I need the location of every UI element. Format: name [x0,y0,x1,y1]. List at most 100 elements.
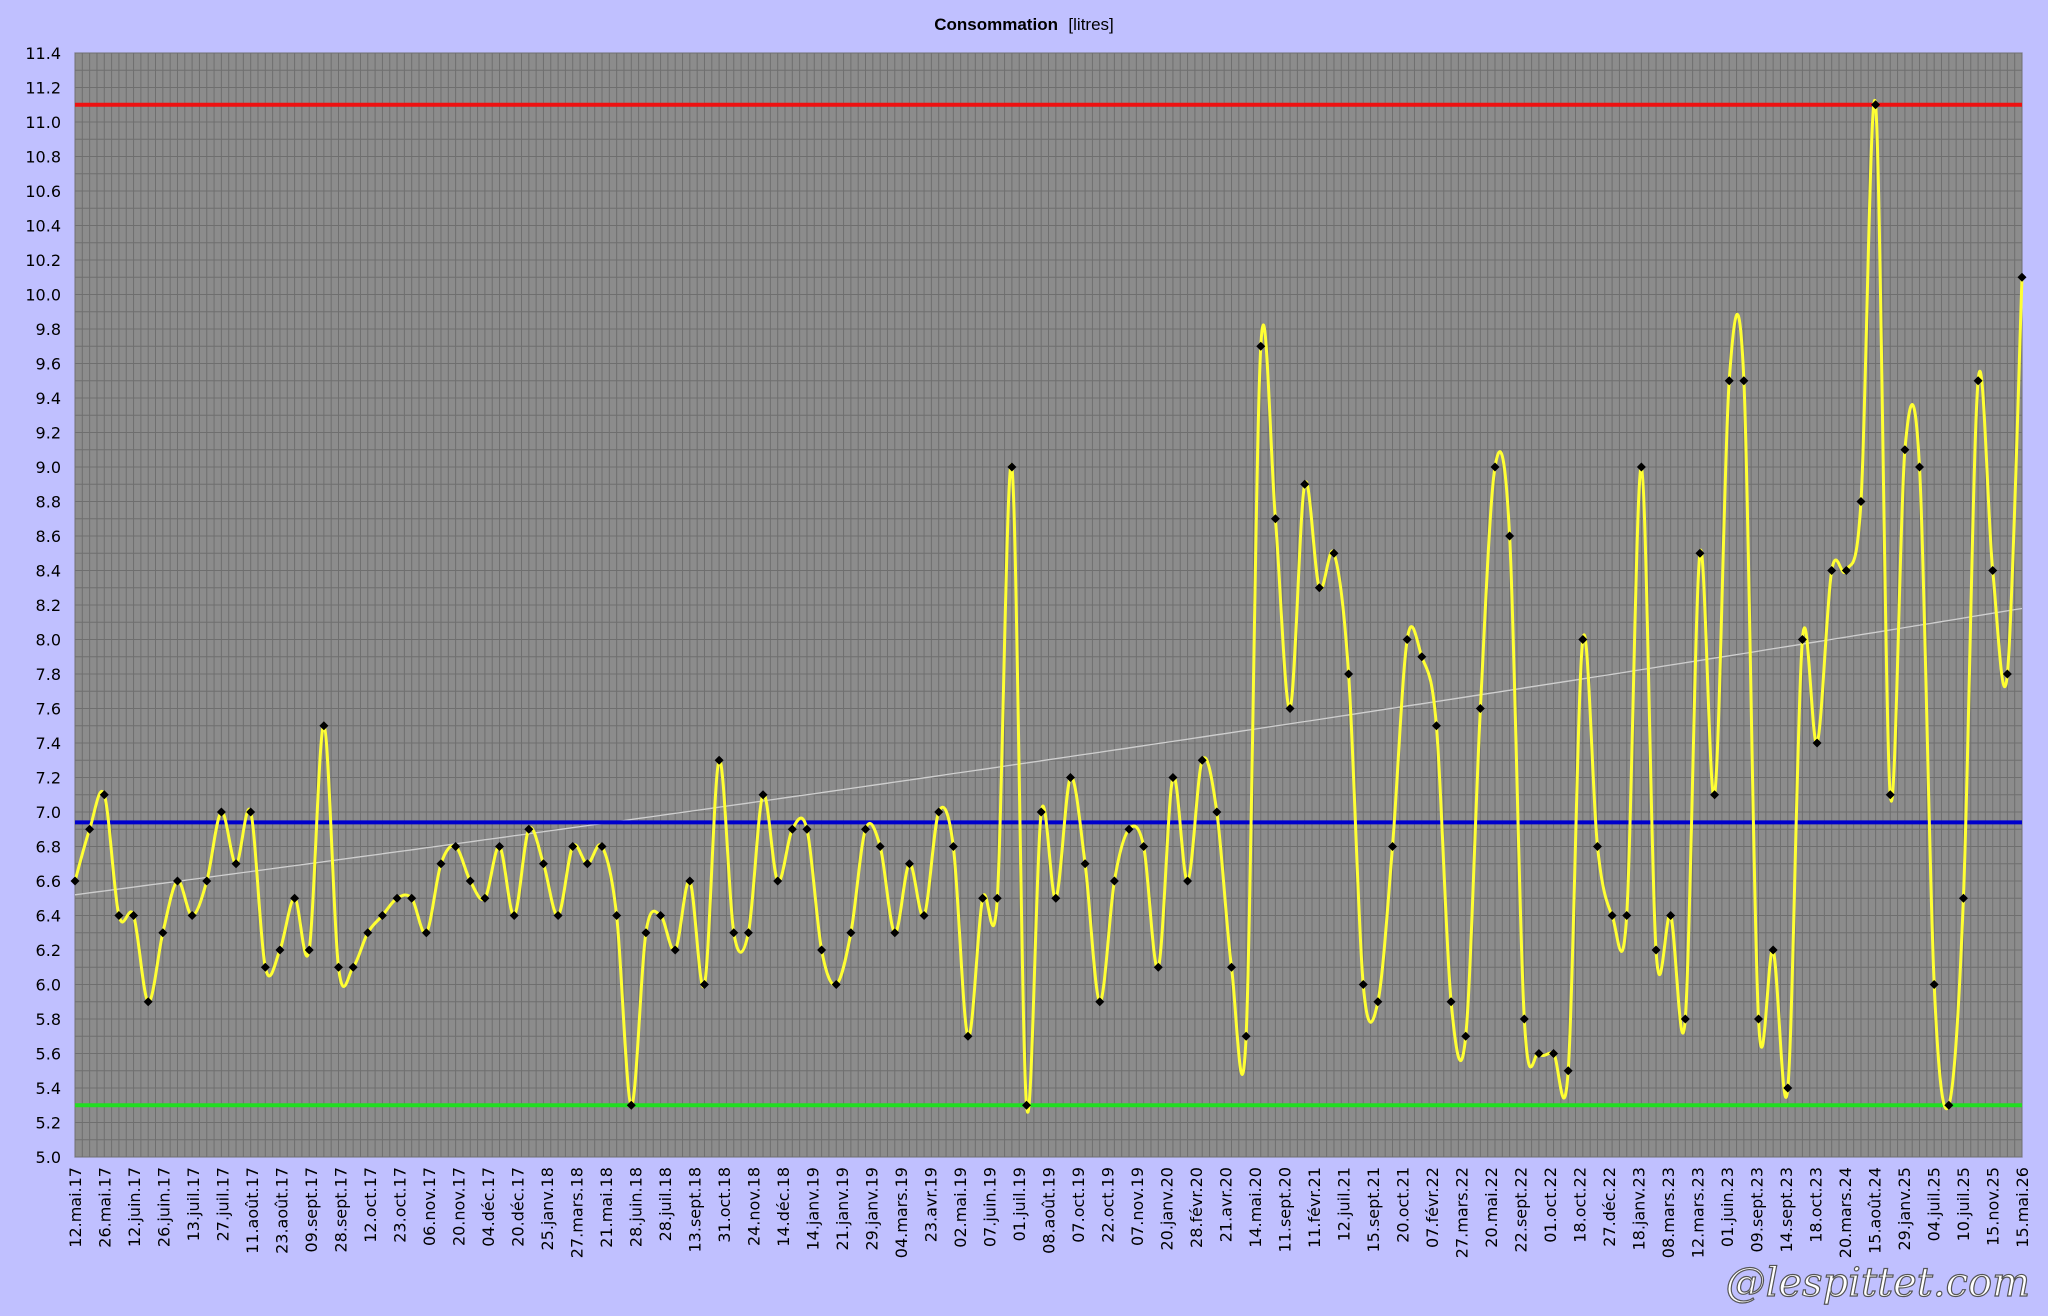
y-tick-label: 9.6 [36,355,61,374]
y-tick-label: 9.2 [36,424,61,443]
x-tick-label: 29.janv.25 [1895,1167,1914,1251]
x-tick-label: 01.juin.23 [1718,1167,1737,1247]
x-tick-label: 04.mars.19 [892,1167,911,1258]
x-tick-label: 28.juil.18 [656,1167,675,1241]
y-tick-label: 9.4 [36,389,61,408]
y-tick-label: 8.6 [36,527,61,546]
x-tick-label: 13.juil.17 [184,1167,203,1241]
y-tick-label: 9.8 [36,320,61,339]
consumption-chart: 5.0 5.2 5.4 5.6 5.8 6.0 6.2 6.4 6.6 6.8 7.0 7.2 7.4 7… [25,15,2032,1307]
x-tick-label: 09.sept.23 [1748,1167,1767,1253]
x-tick-label: 11.août.17 [243,1167,262,1254]
y-tick-label: 9.0 [36,458,61,477]
y-tick-label: 11.2 [25,79,61,98]
x-tick-label: 08.mars.23 [1659,1167,1678,1258]
x-tick-label: 14.sept.23 [1777,1167,1796,1253]
chart-title-unit: [litres] [1068,15,1113,34]
x-tick-label: 21.janv.19 [833,1167,852,1251]
chart-root: 5.0 5.2 5.4 5.6 5.8 6.0 6.2 6.4 6.6 6.8 7.0 7.2 7.4 7… [0,0,2048,1316]
x-tick-label: 10.juil.25 [1954,1167,1973,1241]
y-tick-label: 5.8 [36,1010,61,1029]
x-tick-label: 06.nov.17 [420,1167,439,1246]
x-tick-label: 22.sept.22 [1512,1167,1531,1253]
y-tick-label: 11.0 [25,113,61,132]
x-tick-label: 13.sept.18 [686,1167,705,1253]
x-tick-label: 12.mars.23 [1689,1167,1708,1258]
y-tick-label: 8.0 [36,631,61,650]
y-tick-label: 11.4 [25,44,61,63]
y-tick-label: 5.6 [36,1045,61,1064]
y-tick-label: 6.0 [36,976,61,995]
x-tick-label: 28.juin.18 [627,1167,646,1247]
x-tick-label: 20.mars.24 [1836,1167,1855,1258]
x-tick-labels: 12.mai.17 26.mai.17 12.juin.17 26.juin.17 13… [66,1167,2032,1258]
x-tick-label: 27.déc.22 [1600,1167,1619,1247]
y-tick-label: 10.8 [25,148,61,167]
x-tick-label: 20.mai.22 [1482,1167,1501,1248]
x-tick-label: 18.oct.23 [1807,1167,1826,1243]
x-tick-label: 12.juil.21 [1335,1167,1354,1241]
y-tick-label: 7.6 [36,700,61,719]
x-tick-label: 11.sept.20 [1276,1167,1295,1253]
y-tick-label: 6.2 [36,941,61,960]
x-tick-label: 07.juin.19 [981,1167,1000,1247]
x-tick-label: 21.avr.20 [1217,1167,1236,1242]
x-tick-label: 01.juil.19 [1010,1167,1029,1241]
x-tick-label: 14.janv.19 [804,1167,823,1251]
y-tick-labels: 5.0 5.2 5.4 5.6 5.8 6.0 6.2 6.4 6.6 6.8 7.0 7.2 7.4 7… [25,44,61,1167]
y-tick-label: 10.4 [25,217,61,236]
y-tick-label: 5.2 [36,1114,61,1133]
x-tick-label: 26.juin.17 [155,1167,174,1247]
chart-title: Consommation [litres] [934,15,1114,34]
x-tick-label: 22.oct.19 [1099,1167,1118,1243]
x-tick-label: 18.oct.22 [1571,1167,1590,1243]
x-tick-label: 02.mai.19 [951,1167,970,1248]
x-tick-label: 07.oct.19 [1069,1167,1088,1243]
x-tick-label: 31.oct.18 [715,1167,734,1243]
x-tick-label: 14.mai.20 [1246,1167,1265,1248]
x-tick-label: 20.nov.17 [450,1167,469,1246]
y-tick-label: 7.2 [36,769,61,788]
y-tick-label: 10.2 [25,251,61,270]
x-tick-label: 04.juil.25 [1925,1167,1944,1241]
x-tick-label: 18.janv.23 [1630,1167,1649,1251]
x-tick-label: 07.nov.19 [1128,1167,1147,1246]
y-tick-label: 8.2 [36,596,61,615]
y-tick-label: 6.6 [36,872,61,891]
x-tick-label: 27.mars.22 [1453,1167,1472,1258]
y-tick-label: 10.0 [25,286,61,305]
x-tick-label: 15.août.24 [1866,1167,1885,1254]
y-tick-label: 8.4 [36,562,61,581]
y-tick-label: 7.4 [36,734,61,753]
x-tick-label: 01.oct.22 [1541,1167,1560,1243]
x-tick-label: 04.déc.17 [479,1167,498,1247]
x-tick-label: 14.déc.18 [774,1167,793,1247]
x-tick-label: 12.mai.17 [66,1167,85,1248]
x-tick-label: 28.sept.17 [332,1167,351,1253]
x-tick-label: 12.juin.17 [125,1167,144,1247]
x-tick-label: 27.juil.17 [214,1167,233,1241]
y-tick-label: 5.0 [36,1148,61,1167]
x-tick-label: 28.févr.20 [1187,1167,1206,1248]
y-tick-label: 6.4 [36,907,61,926]
x-tick-label: 20.janv.20 [1158,1167,1177,1251]
x-tick-label: 11.févr.21 [1305,1167,1324,1248]
chart-title-text: Consommation [934,15,1058,34]
x-tick-label: 12.oct.17 [361,1167,380,1243]
y-tick-label: 10.6 [25,182,61,201]
x-tick-label: 26.mai.17 [96,1167,115,1248]
x-tick-label: 15.sept.21 [1364,1167,1383,1253]
x-tick-label: 08.août.19 [1040,1167,1059,1254]
y-tick-label: 6.8 [36,838,61,857]
y-tick-label: 5.4 [36,1079,61,1098]
x-tick-label: 23.août.17 [273,1167,292,1254]
x-tick-label: 23.oct.17 [391,1167,410,1243]
x-tick-label: 15.mai.26 [2013,1167,2032,1248]
x-tick-label: 15.nov.25 [1984,1167,2003,1246]
x-tick-label: 27.mars.18 [568,1167,587,1258]
x-tick-label: 24.nov.18 [745,1167,764,1246]
watermark-text: @lespittet.com [1726,1260,2030,1306]
x-tick-label: 07.févr.22 [1423,1167,1442,1248]
y-tick-label: 7.0 [36,803,61,822]
x-tick-label: 21.mai.18 [597,1167,616,1248]
